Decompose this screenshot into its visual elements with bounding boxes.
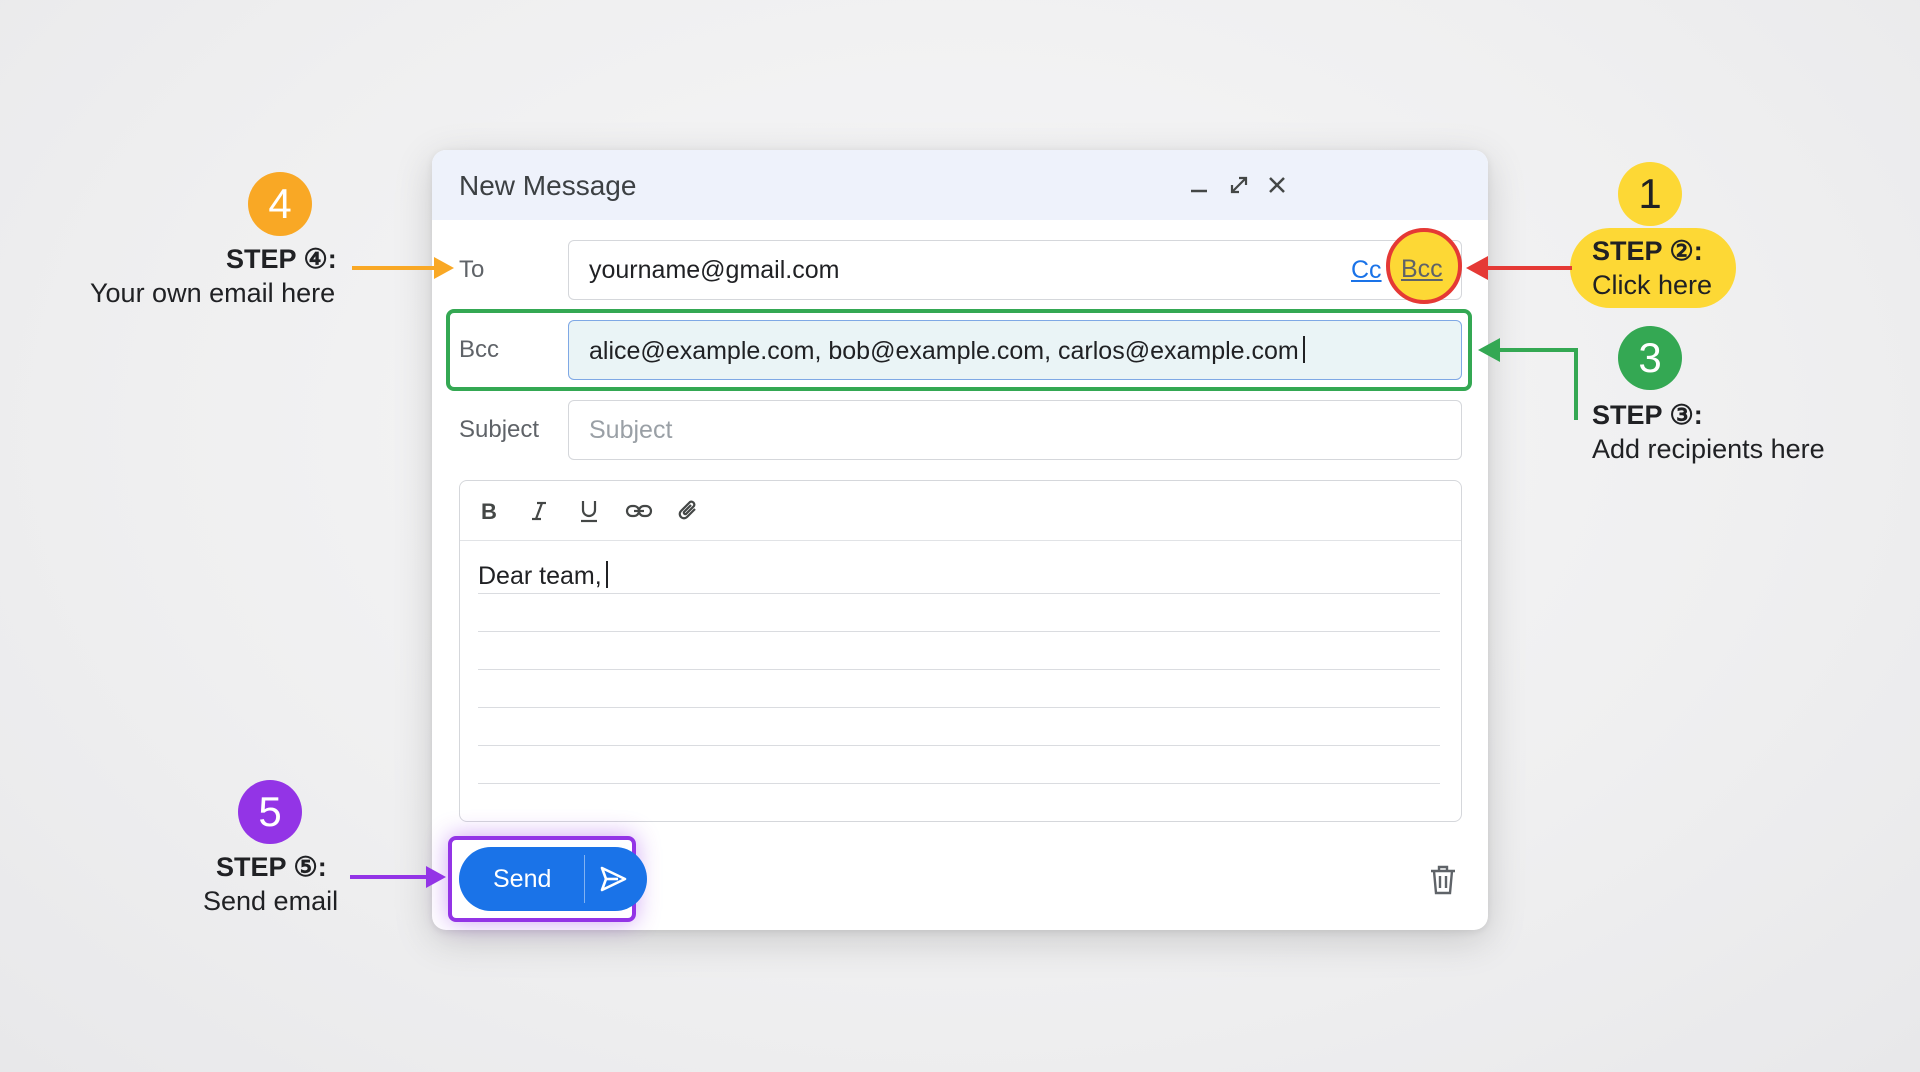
message-editor[interactable]: B Dear team, [459,480,1462,822]
subject-label: Subject [459,416,540,443]
italic-icon[interactable] [524,496,554,526]
compose-header: New Message [432,150,1488,220]
compose-title: New Message [459,170,637,201]
minimize-icon[interactable] [1184,170,1214,200]
step4-title: STEP ④: [226,244,337,274]
send-label: Send [493,865,552,893]
step3-arrow [1478,338,1578,420]
to-value: yourname@gmail.com [589,256,840,284]
tutorial-stage: New Message To yourname@gmail.com Cc Bcc… [0,0,1920,1072]
attachment-icon[interactable] [674,496,704,526]
send-button[interactable]: Send [459,847,647,911]
text-caret [1302,336,1305,363]
line-rule [478,783,1440,784]
step5-title: STEP ⑤: [216,852,327,882]
bold-icon[interactable]: B [474,496,504,526]
step4-desc: Your own email here [90,278,336,308]
formatting-toolbar: B [460,481,1461,541]
send-arrow-icon [600,866,627,892]
to-label: To [459,256,485,283]
body-text: Dear team, [478,562,602,590]
compose-window: New Message To yourname@gmail.com Cc Bcc… [432,150,1488,930]
line-rule [478,631,1440,632]
body-text-wrap: Dear team, [478,561,608,591]
bcc-value: alice@example.com, bob@example.com, carl… [589,337,1299,365]
close-icon[interactable] [1262,170,1292,200]
underline-icon[interactable] [574,496,604,526]
subject-field[interactable]: Subject [568,400,1462,460]
svg-text:B: B [481,499,497,523]
send-divider [584,855,585,903]
subject-placeholder: Subject [589,416,673,444]
step2-desc: Click here [1592,270,1713,300]
step3-title: STEP ③: [1592,400,1703,430]
step2-title: STEP ②: [1592,236,1703,266]
step5-desc: Send email [203,886,339,916]
step4-badge: 4 [248,172,312,236]
step3-badge: 3 [1618,326,1682,390]
bcc-field[interactable]: alice@example.com, bob@example.com, carl… [568,320,1462,380]
line-rule [478,593,1440,594]
line-rule [478,707,1440,708]
bcc-label: Bcc [459,336,500,363]
step3-desc: Add recipients here [1592,434,1825,464]
bcc-value-wrap: alice@example.com, bob@example.com, carl… [589,336,1305,366]
cc-link[interactable]: Cc [1351,256,1382,285]
expand-icon[interactable] [1224,170,1254,200]
step1-badge: 1 [1618,162,1682,226]
to-field[interactable]: yourname@gmail.com Cc [568,240,1462,300]
link-icon[interactable] [624,496,654,526]
step5-badge: 5 [238,780,302,844]
line-rule [478,669,1440,670]
line-rule [478,745,1440,746]
body-caret [605,561,608,588]
trash-icon[interactable] [1428,864,1458,896]
bcc-link[interactable]: Bcc [1401,255,1443,284]
